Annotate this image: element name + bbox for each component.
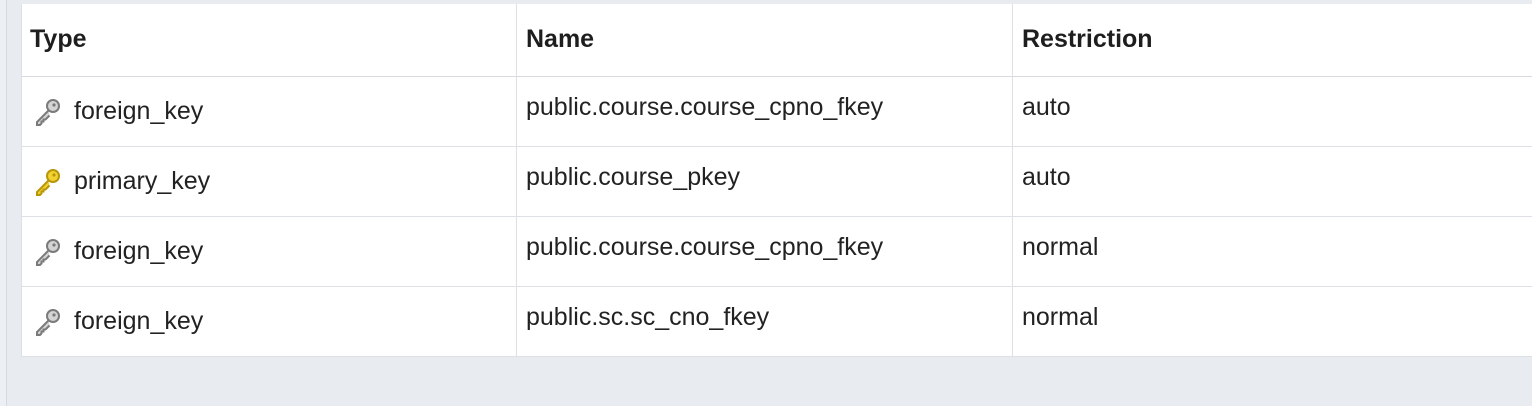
restriction-cell: auto <box>1022 163 1071 191</box>
left-panel-edge <box>0 0 7 406</box>
type-cell: foreign_key <box>22 217 517 286</box>
name-cell: public.course.course_cpno_fkey <box>517 77 1013 146</box>
table-row[interactable]: primary_key public.course_pkey auto <box>22 147 1532 217</box>
constraints-table: Type Name Restriction foreign_key public… <box>21 4 1532 357</box>
restriction-cell: normal <box>1022 233 1099 261</box>
type-label: foreign_key <box>74 97 204 125</box>
column-header-type[interactable]: Type <box>22 4 517 76</box>
restriction-cell: auto <box>1022 93 1071 121</box>
name-cell: public.course.course_cpno_fkey <box>517 217 1013 286</box>
column-header-name[interactable]: Name <box>517 4 1013 76</box>
foreign-key-icon <box>32 96 64 128</box>
type-label: primary_key <box>74 167 211 195</box>
column-header-restriction[interactable]: Restriction <box>1013 4 1532 76</box>
name-cell: public.sc.sc_cno_fkey <box>517 287 1013 356</box>
table-header-row: Type Name Restriction <box>22 4 1532 77</box>
foreign-key-icon <box>32 236 64 268</box>
type-cell: foreign_key <box>22 77 517 146</box>
table-row[interactable]: foreign_key public.course.course_cpno_fk… <box>22 77 1532 147</box>
type-label: foreign_key <box>74 237 204 265</box>
primary-key-icon <box>32 166 64 198</box>
name-cell: public.course_pkey <box>517 147 1013 216</box>
restriction-cell: normal <box>1022 303 1099 331</box>
table-row[interactable]: foreign_key public.course.course_cpno_fk… <box>22 217 1532 287</box>
type-cell: primary_key <box>22 147 517 216</box>
table-row[interactable]: foreign_key public.sc.sc_cno_fkey normal <box>22 287 1532 357</box>
type-cell: foreign_key <box>22 287 517 356</box>
type-label: foreign_key <box>74 307 204 335</box>
foreign-key-icon <box>32 306 64 338</box>
